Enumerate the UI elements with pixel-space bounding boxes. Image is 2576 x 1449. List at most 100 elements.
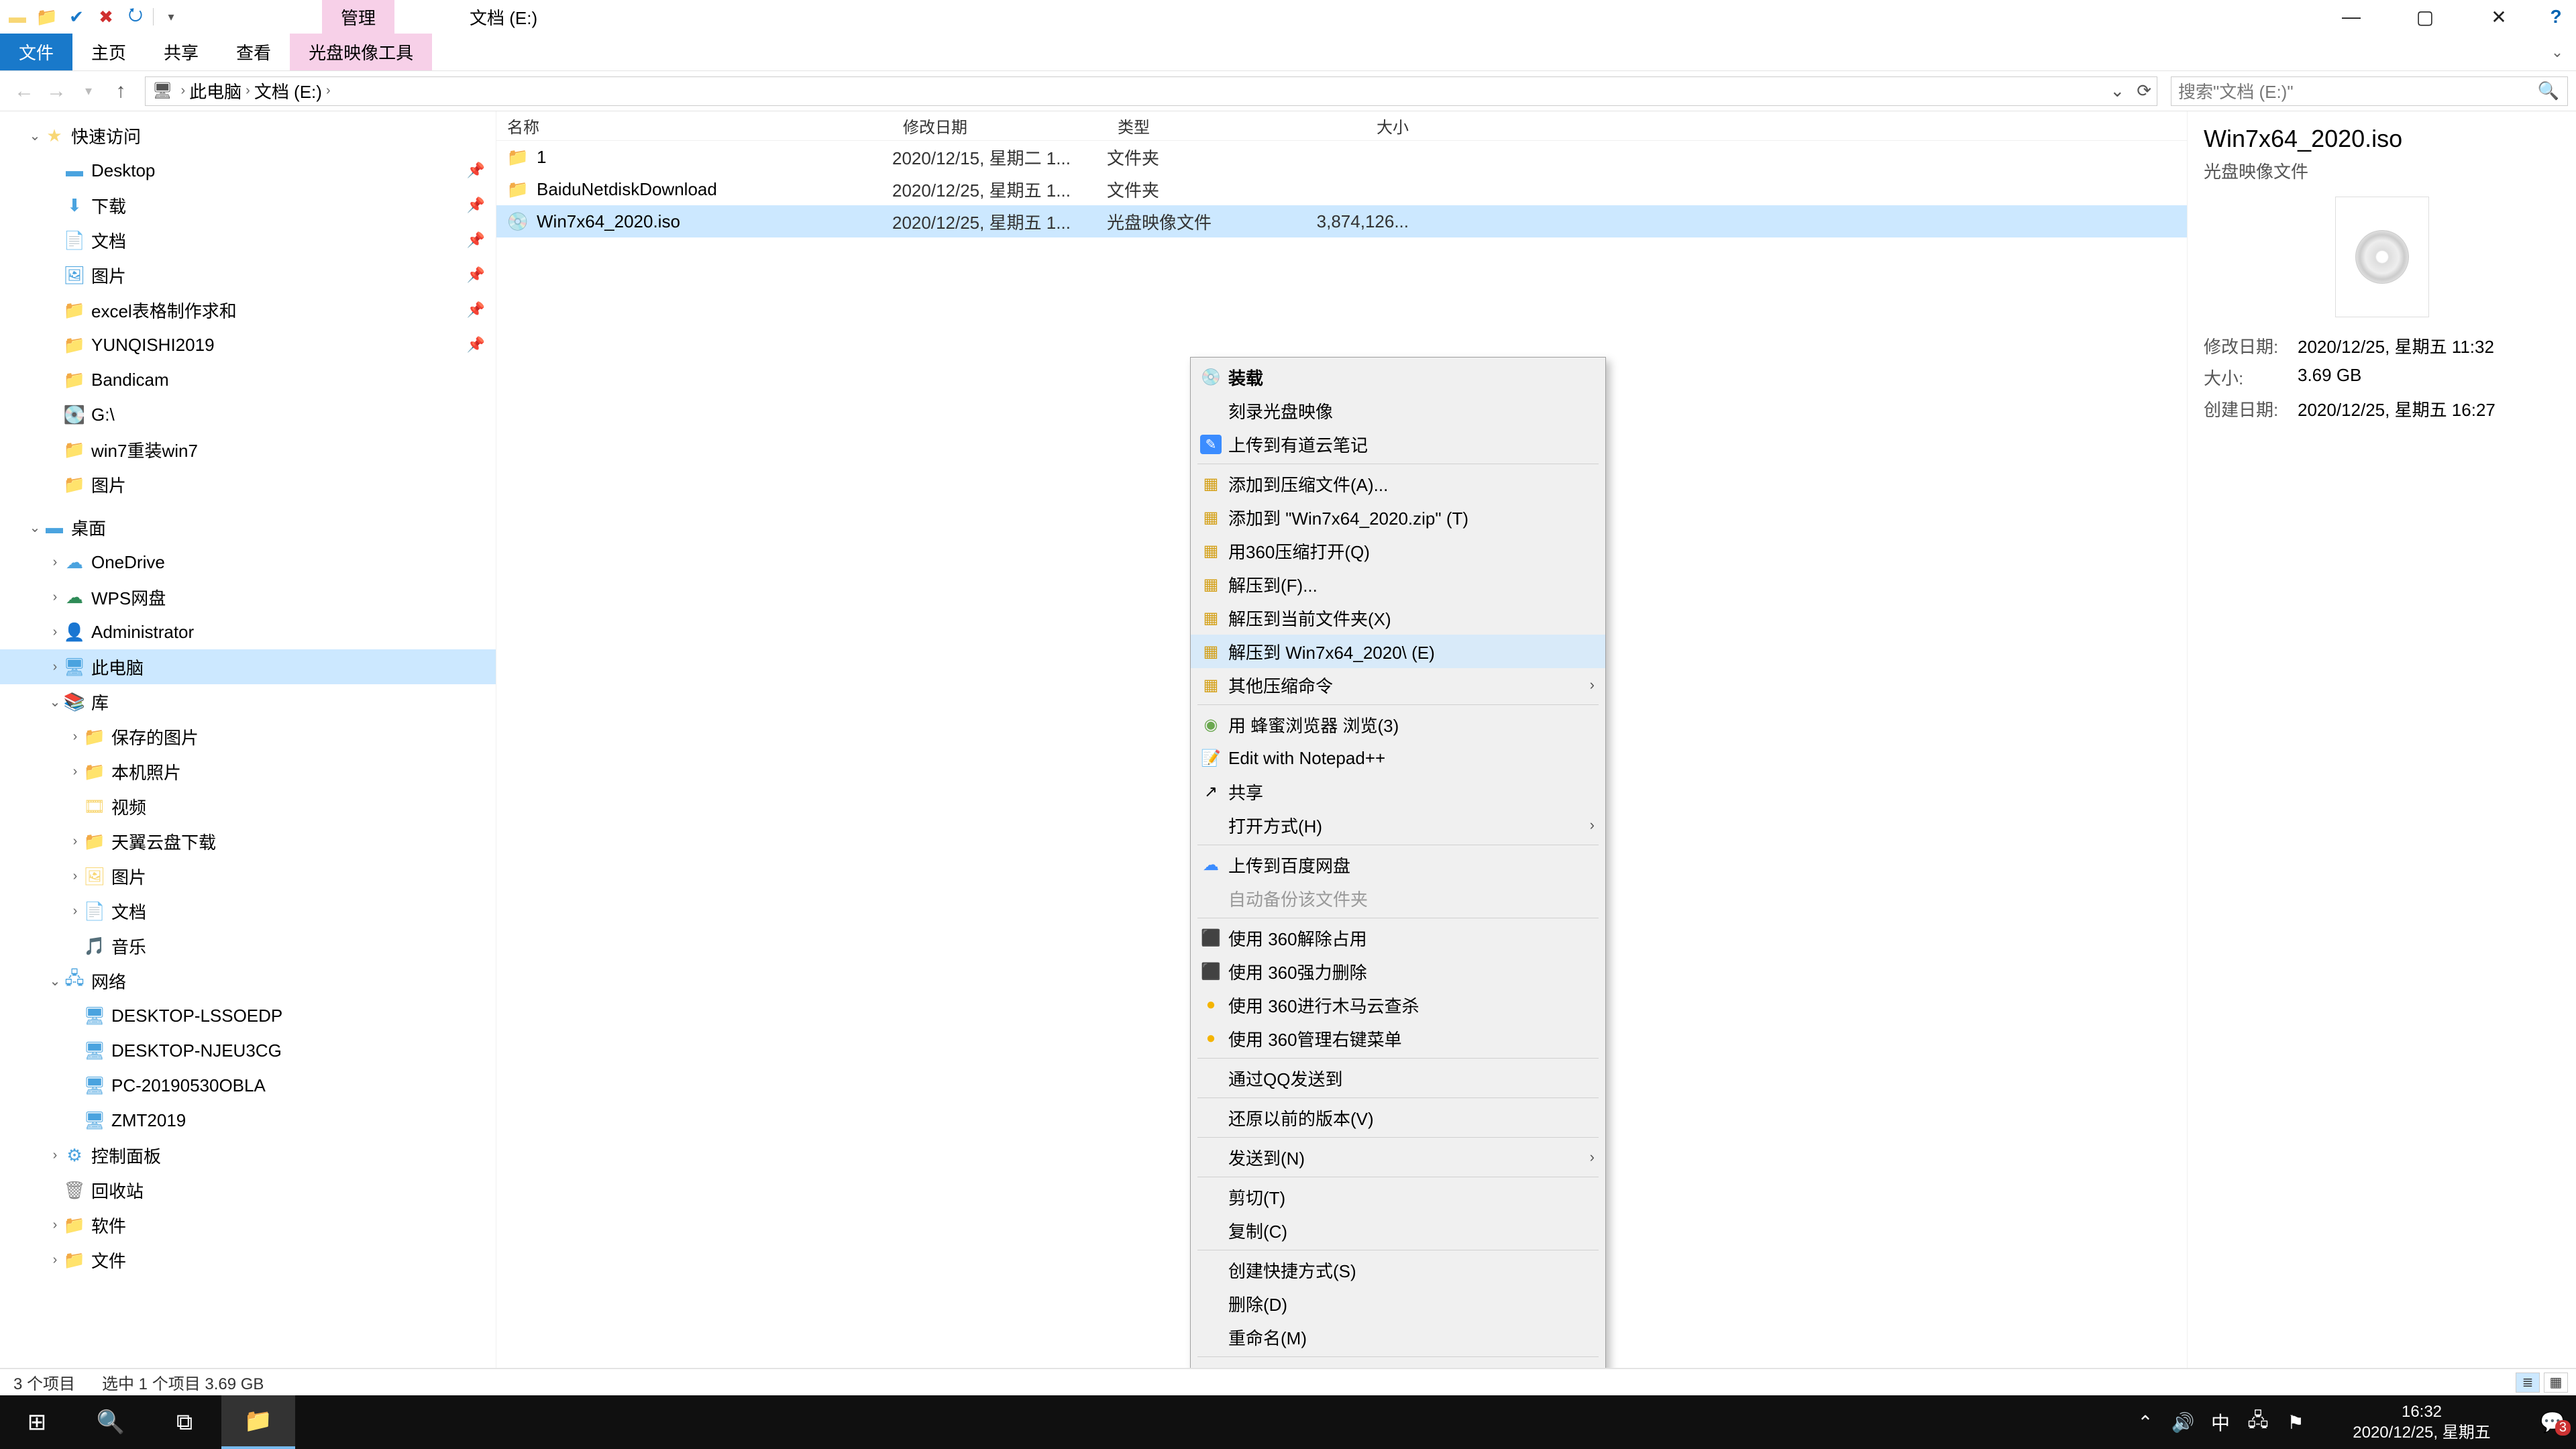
back-button[interactable]: ← (8, 75, 40, 107)
tree-yunqishi[interactable]: 📁YUNQISHI2019📌 (0, 327, 496, 362)
tree-net-pc2[interactable]: 🖥DESKTOP-NJEU3CG (0, 1033, 496, 1068)
tree-excel-folder[interactable]: 📁excel表格制作求和📌 (0, 292, 496, 327)
start-button[interactable]: ⊞ (0, 1395, 74, 1449)
breadcrumb-pc[interactable]: 此电脑 (189, 78, 241, 103)
tree-doc3[interactable]: ›📄文档 (0, 894, 496, 928)
ctx-extract-here[interactable]: ▦解压到当前文件夹(X) (1191, 601, 1605, 635)
ctx-burn[interactable]: 刻录光盘映像 (1191, 394, 1605, 427)
tree-desktop-root[interactable]: ⌄▬桌面 (0, 510, 496, 545)
breadcrumb-dropdown-icon[interactable]: ⌄ (2110, 80, 2125, 101)
tree-quick-access[interactable]: ⌄★快速访问 (0, 118, 496, 153)
col-type[interactable]: 类型 (1107, 114, 1288, 138)
clock[interactable]: 16:32 2020/12/25, 星期五 (2314, 1401, 2529, 1443)
contextual-tab-manage[interactable]: 管理 (322, 0, 394, 34)
view-details-icon[interactable]: ≣ (2516, 1373, 2540, 1393)
chevron-right-icon[interactable]: › (180, 83, 185, 99)
column-headers[interactable]: 名称 修改日期 类型 大小 (496, 111, 2187, 141)
tree-pictures[interactable]: 🖼图片📌 (0, 258, 496, 292)
tree-file4[interactable]: ›📁文件 (0, 1242, 496, 1277)
tree-network[interactable]: ⌄🖧网络 (0, 963, 496, 998)
breadcrumb[interactable]: 🖥 › 此电脑 › 文档 (E:) › ⌄ ⟳ (145, 76, 2157, 106)
tree-net-pc3[interactable]: 🖥PC-20190530OBLA (0, 1068, 496, 1103)
col-size[interactable]: 大小 (1288, 114, 1422, 138)
ctx-notepad[interactable]: 📝Edit with Notepad++ (1191, 741, 1605, 775)
network-tray-icon[interactable]: 🖧 (2239, 1406, 2277, 1438)
tree-this-pc[interactable]: ›🖥此电脑 (0, 649, 496, 684)
tree-win7re[interactable]: 📁win7重装win7 (0, 432, 496, 467)
chevron-right-icon[interactable]: › (246, 83, 250, 99)
search-icon[interactable]: 🔍 (2538, 80, 2559, 101)
ime-icon[interactable]: 中 (2202, 1409, 2239, 1436)
ctx-360-scan[interactable]: ●使用 360进行木马云查杀 (1191, 988, 1605, 1022)
refresh-icon[interactable]: ⟳ (2137, 80, 2151, 101)
help-button[interactable]: ? (2536, 0, 2576, 34)
save-icon[interactable]: ✔ (64, 5, 89, 29)
ctx-cut[interactable]: 剪切(T) (1191, 1180, 1605, 1214)
tree-pictures2[interactable]: 📁图片 (0, 467, 496, 502)
tree-video[interactable]: 🎞视频 (0, 789, 496, 824)
ctx-qq-send[interactable]: 通过QQ发送到 (1191, 1061, 1605, 1095)
search-input[interactable]: 搜索"文档 (E:)" 🔍 (2171, 76, 2568, 106)
ctx-honey-browser[interactable]: ◉用 蜂蜜浏览器 浏览(3) (1191, 708, 1605, 741)
up-button[interactable]: ↑ (105, 75, 137, 107)
ribbon-disc-tool[interactable]: 光盘映像工具 (290, 34, 432, 70)
ctx-rename[interactable]: 重命名(M) (1191, 1320, 1605, 1354)
ctx-youdao[interactable]: ✎上传到有道云笔记 (1191, 427, 1605, 461)
ribbon-view[interactable]: 查看 (217, 34, 290, 70)
ctx-other-compress[interactable]: ▦其他压缩命令› (1191, 668, 1605, 702)
tree-net-pc4[interactable]: 🖥ZMT2019 (0, 1103, 496, 1138)
tree-control-panel[interactable]: ›⚙控制面板 (0, 1138, 496, 1173)
tree-documents[interactable]: 📄文档📌 (0, 223, 496, 258)
ribbon-home[interactable]: 主页 (72, 34, 145, 70)
chevron-right-icon[interactable]: › (326, 83, 331, 99)
col-name[interactable]: 名称 (496, 114, 892, 138)
tree-gdrive[interactable]: 💽G:\ (0, 397, 496, 432)
ctx-extract-to[interactable]: ▦解压到(F)... (1191, 568, 1605, 601)
tree-camera[interactable]: ›📁本机照片 (0, 754, 496, 789)
view-icons-icon[interactable]: ▦ (2544, 1373, 2568, 1393)
ribbon-file[interactable]: 文件 (0, 34, 72, 70)
forward-button[interactable]: → (40, 75, 72, 107)
undo-icon[interactable]: ⭮ (123, 5, 148, 29)
ctx-shortcut[interactable]: 创建快捷方式(S) (1191, 1253, 1605, 1287)
tree-libraries[interactable]: ⌄📚库 (0, 684, 496, 719)
close-button[interactable]: ✕ (2462, 0, 2536, 34)
search-button[interactable]: 🔍 (74, 1395, 148, 1449)
tree-recycle[interactable]: 🗑回收站 (0, 1173, 496, 1208)
tree-wps[interactable]: ›☁WPS网盘 (0, 580, 496, 614)
ctx-open-with[interactable]: 打开方式(H)› (1191, 808, 1605, 842)
folder-icon[interactable]: 📁 (35, 5, 59, 29)
tree-pic3[interactable]: ›🖼图片 (0, 859, 496, 894)
file-row-selected[interactable]: 💿 Win7x64_2020.iso2020/12/25, 星期五 1...光盘… (496, 205, 2187, 237)
minimize-button[interactable]: — (2314, 0, 2388, 34)
ctx-360zip-open[interactable]: ▦用360压缩打开(Q) (1191, 534, 1605, 568)
ctx-restore-version[interactable]: 还原以前的版本(V) (1191, 1101, 1605, 1134)
ctx-properties[interactable]: 属性(R) (1191, 1360, 1605, 1368)
task-view-button[interactable]: ⧉ (148, 1395, 221, 1449)
ctx-360-delete[interactable]: ⬛使用 360强力删除 (1191, 955, 1605, 988)
col-date[interactable]: 修改日期 (892, 114, 1107, 138)
file-row[interactable]: 📁 BaiduNetdiskDownload2020/12/25, 星期五 1.… (496, 173, 2187, 205)
tray-overflow-icon[interactable]: ⌃ (2127, 1411, 2164, 1434)
ribbon-expand-icon[interactable]: ⌄ (2544, 34, 2571, 70)
ctx-share[interactable]: ↗共享 (1191, 775, 1605, 808)
tree-admin[interactable]: ›👤Administrator (0, 614, 496, 649)
ctx-extract-named[interactable]: ▦解压到 Win7x64_2020\ (E) (1191, 635, 1605, 668)
explorer-taskbar-icon[interactable]: 📁 (221, 1395, 295, 1449)
ctx-baidu-upload[interactable]: ☁上传到百度网盘 (1191, 848, 1605, 881)
ctx-mount[interactable]: 💿装载 (1191, 360, 1605, 394)
ctx-delete[interactable]: 删除(D) (1191, 1287, 1605, 1320)
tree-soft[interactable]: ›📁软件 (0, 1208, 496, 1242)
notification-icon[interactable]: 💬3 (2529, 1411, 2576, 1434)
ctx-360-menu[interactable]: ●使用 360管理右键菜单 (1191, 1022, 1605, 1055)
delete-icon[interactable]: ✖ (94, 5, 118, 29)
qat-dropdown-icon[interactable]: ▾ (159, 5, 183, 29)
ribbon-share[interactable]: 共享 (145, 34, 217, 70)
tree-onedrive[interactable]: ›☁OneDrive (0, 545, 496, 580)
ctx-add-zip[interactable]: ▦添加到 "Win7x64_2020.zip" (T) (1191, 500, 1605, 534)
ctx-360-unlock[interactable]: ⬛使用 360解除占用 (1191, 921, 1605, 955)
tree-net-pc1[interactable]: 🖥DESKTOP-LSSOEDP (0, 998, 496, 1033)
ctx-send-to[interactable]: 发送到(N)› (1191, 1140, 1605, 1174)
maximize-button[interactable]: ▢ (2388, 0, 2462, 34)
ctx-copy[interactable]: 复制(C) (1191, 1214, 1605, 1247)
